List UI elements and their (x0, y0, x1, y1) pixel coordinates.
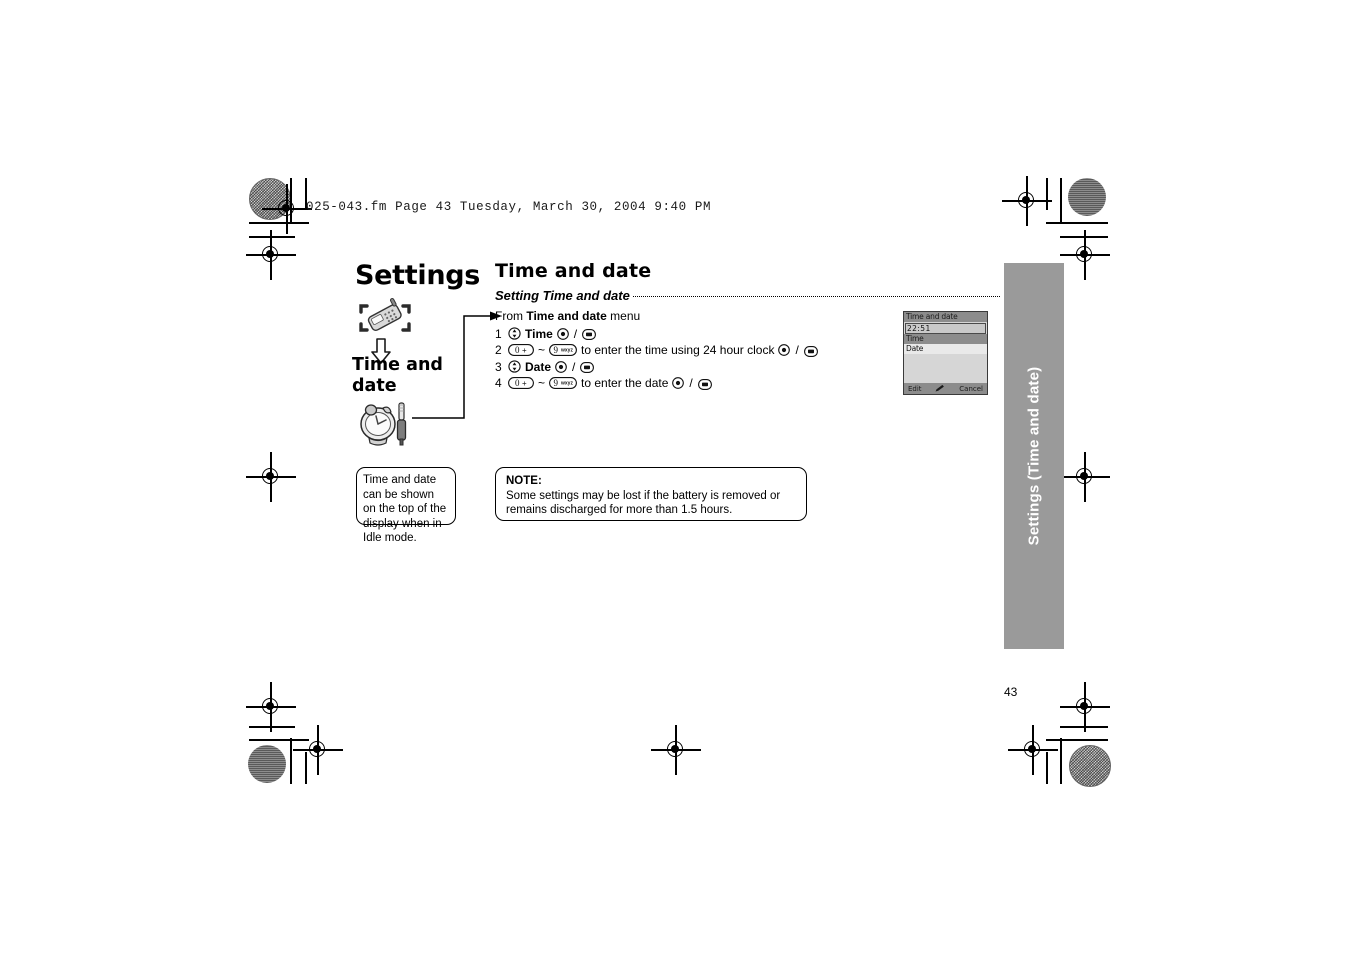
pencil-icon (922, 384, 960, 393)
step-2-text: to enter the time using 24 hour clock (581, 343, 775, 357)
step-4-text: to enter the date (581, 376, 669, 390)
phone-screen-softkey-bar: Edit Cancel (904, 383, 987, 394)
registration-crosshair-left-mid (246, 452, 296, 502)
svg-text:9: 9 (554, 378, 559, 388)
crop-line (1046, 222, 1108, 224)
key-range-separator: ~ (538, 343, 546, 357)
phone-screen-row-time[interactable]: Time (904, 334, 987, 344)
svg-text:0: 0 (515, 378, 520, 388)
key-separator: / (795, 343, 799, 357)
key-9-wxyz-icon[interactable]: 9 wxyz (549, 344, 577, 357)
svg-text:+: + (522, 346, 527, 355)
phone-screen-list: Time Date (904, 334, 987, 387)
step-1: 1 Time / (495, 326, 818, 343)
nav-updown-key-icon[interactable] (508, 327, 521, 340)
chapter-title: Settings (355, 260, 481, 291)
softkey-left-edit[interactable]: Edit (904, 385, 922, 393)
registration-crosshair-right (1060, 230, 1110, 280)
note-text: Some settings may be lost if the battery… (506, 489, 781, 517)
phone-screen-mockup: Time and date 22:51 Time Date Edit Cance… (903, 311, 988, 395)
from-prefix: From (495, 309, 527, 323)
svg-text:9: 9 (554, 345, 559, 355)
ok-key-icon[interactable] (672, 377, 685, 390)
registration-dot-bottom-left (248, 745, 286, 783)
dotted-leader (632, 296, 1000, 297)
page-number: 43 (1004, 685, 1018, 699)
callout-idle-mode: Time and date can be shown on the top of… (356, 467, 456, 544)
page-title: Time and date (495, 260, 652, 282)
phone-screen-time-field[interactable]: 22:51 (905, 323, 986, 334)
crop-line (1060, 738, 1062, 784)
key-0-plus-icon[interactable]: 0 + (508, 377, 534, 390)
callout-connector-arrow (412, 310, 504, 425)
step-number: 3 (495, 359, 502, 374)
crop-line (249, 739, 309, 741)
step-1-label: Time (525, 326, 553, 341)
crop-line (1060, 178, 1062, 224)
key-separator: / (573, 326, 578, 341)
registration-crosshair-bottom-left (246, 682, 296, 732)
key-separator: / (689, 376, 693, 390)
registration-halftone-bottom-right (1069, 745, 1111, 787)
from-suffix: menu (606, 309, 641, 323)
registration-crosshair-top-left (246, 230, 296, 280)
note-box: NOTE: Some settings may be lost if the b… (495, 467, 807, 521)
svg-text:0: 0 (515, 345, 520, 355)
key-separator: / (572, 359, 576, 374)
step-number: 4 (495, 376, 502, 390)
nav-updown-key-icon[interactable] (508, 360, 521, 373)
registration-crosshair-top-right (1002, 176, 1052, 226)
procedure-steps: From Time and date menu 1 Time / 2 0 + ~… (495, 308, 818, 392)
soft-key-icon[interactable] (580, 361, 595, 374)
from-menu-name: Time and date (526, 309, 607, 323)
sub-heading-row: Setting Time and date (495, 288, 1000, 303)
crop-line (249, 726, 295, 728)
crop-line (1046, 739, 1108, 741)
phone-in-brackets-icon (355, 296, 415, 338)
side-tab-settings: Settings (Time and date) (1004, 263, 1064, 649)
sub-heading: Setting Time and date (495, 288, 630, 303)
file-header-stamp: 025-043.fm Page 43 Tuesday, March 30, 20… (306, 200, 712, 214)
crop-line (290, 738, 292, 784)
crop-line (1046, 178, 1048, 210)
from-menu-line: From Time and date menu (495, 308, 818, 325)
soft-key-icon[interactable] (803, 345, 818, 357)
phone-screen-title: Time and date (904, 312, 987, 322)
key-range-separator: ~ (538, 376, 546, 390)
key-9-wxyz-icon[interactable]: 9 wxyz (549, 377, 577, 390)
soft-key-icon[interactable] (582, 328, 597, 341)
svg-text:wxyz: wxyz (560, 381, 573, 387)
side-tab-label: Settings (Time and date) (1025, 366, 1043, 546)
step-3-label: Date (525, 359, 552, 374)
registration-crosshair-bottom-right (1060, 682, 1110, 732)
svg-text:wxyz: wxyz (560, 348, 573, 354)
clock-and-screwdriver-icon (356, 396, 416, 452)
svg-text:+: + (522, 379, 527, 388)
key-0-plus-icon[interactable]: 0 + (508, 344, 534, 357)
ok-key-icon[interactable] (556, 327, 569, 340)
registration-crosshair-bottom-left-outer (293, 725, 343, 775)
registration-crosshair-right-mid (1060, 452, 1110, 502)
phone-screen-row-date[interactable]: Date (904, 344, 987, 354)
step-2: 2 0 + ~ 9 wxyz to enter the time using 2… (495, 342, 818, 359)
ok-key-icon[interactable] (778, 344, 791, 357)
registration-crosshair-header (262, 184, 312, 234)
softkey-right-cancel[interactable]: Cancel (959, 385, 987, 393)
ok-key-icon[interactable] (555, 360, 567, 373)
crop-line (249, 236, 295, 238)
step-4: 4 0 + ~ 9 wxyz to enter the date / (495, 375, 818, 392)
registration-crosshair-bottom-right-outer (1008, 725, 1058, 775)
registration-crosshair-bottom-center (651, 725, 701, 775)
registration-dot-top-right (1068, 178, 1106, 216)
step-number: 1 (495, 326, 502, 341)
soft-key-icon[interactable] (697, 378, 712, 390)
step-3: 3 Date / (495, 359, 818, 376)
step-number: 2 (495, 343, 502, 357)
note-label: NOTE: (506, 475, 542, 487)
